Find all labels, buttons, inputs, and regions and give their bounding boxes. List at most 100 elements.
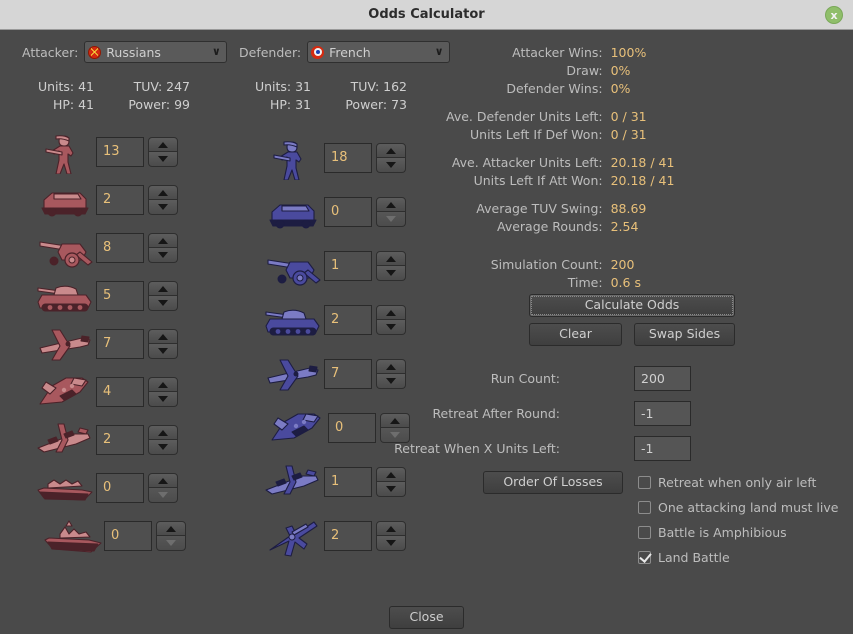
defender-dropdown[interactable]: French ∨ bbox=[307, 41, 451, 63]
attacker-label: Attacker: bbox=[22, 44, 79, 60]
stepper-down-icon[interactable] bbox=[148, 200, 178, 215]
stepper-up-icon[interactable] bbox=[148, 233, 178, 248]
fighter-icon bbox=[34, 322, 96, 366]
tactical-bomber-icon bbox=[34, 370, 96, 414]
stepper-up-icon[interactable] bbox=[376, 521, 406, 536]
results-summary: Attacker Wins: 100% Draw: 0% Defender Wins: 0… bbox=[446, 44, 674, 292]
attacker-unit-spinner: 7 bbox=[96, 329, 178, 359]
defender-label: Defender: bbox=[239, 44, 302, 60]
stepper-down-icon bbox=[148, 488, 178, 503]
attacker-unit-row: 8 bbox=[34, 226, 178, 270]
defender-unit-count-input[interactable]: 2 bbox=[324, 305, 372, 335]
retreat-after-round-input[interactable]: -1 bbox=[634, 401, 691, 426]
result-label: Units Left If Att Won: bbox=[473, 173, 603, 188]
stepper-down-icon[interactable] bbox=[376, 320, 406, 335]
result-value: 0 / 31 bbox=[610, 127, 647, 142]
option-checkbox-row[interactable]: One attacking land must live bbox=[638, 500, 838, 515]
attacker-unit-count-input[interactable]: 2 bbox=[96, 425, 144, 455]
stepper-buttons bbox=[148, 425, 178, 455]
calculate-odds-button[interactable]: Calculate Odds bbox=[529, 294, 735, 317]
order-of-losses-button[interactable]: Order Of Losses bbox=[483, 471, 623, 494]
attacker-units-stat: Units: 41 bbox=[37, 79, 94, 94]
stepper-up-icon[interactable] bbox=[376, 305, 406, 320]
stepper-up-icon[interactable] bbox=[376, 467, 406, 482]
stepper-down-icon[interactable] bbox=[376, 158, 406, 173]
close-button[interactable]: Close bbox=[389, 606, 464, 629]
stepper-down-icon[interactable] bbox=[376, 266, 406, 281]
option-checkbox-row[interactable]: Retreat when only air left bbox=[638, 475, 816, 490]
stepper-down-icon[interactable] bbox=[148, 392, 178, 407]
attacker-unit-count-input[interactable]: 8 bbox=[96, 233, 144, 263]
defender-unit-count-input[interactable]: 1 bbox=[324, 251, 372, 281]
checkbox-checked-icon[interactable] bbox=[638, 551, 651, 564]
stepper-down-icon[interactable] bbox=[376, 536, 406, 551]
aa-gun-icon bbox=[262, 514, 324, 558]
stepper-buttons bbox=[376, 143, 406, 173]
attacker-unit-count-input[interactable]: 5 bbox=[96, 281, 144, 311]
stepper-down-icon[interactable] bbox=[148, 152, 178, 167]
run-count-input[interactable]: 200 bbox=[634, 366, 691, 391]
stepper-up-icon[interactable] bbox=[148, 281, 178, 296]
defender-unit-count-input[interactable]: 0 bbox=[324, 197, 372, 227]
attacker-unit-spinner: 2 bbox=[96, 185, 178, 215]
attacker-dropdown[interactable]: Russians ∨ bbox=[84, 41, 228, 63]
stepper-down-icon[interactable] bbox=[148, 440, 178, 455]
attacker-unit-row: 0 bbox=[34, 466, 178, 510]
defender-unit-count-input[interactable]: 7 bbox=[324, 359, 372, 389]
attacker-unit-spinner: 4 bbox=[96, 377, 178, 407]
stepper-buttons bbox=[376, 305, 406, 335]
stepper-down-icon[interactable] bbox=[376, 374, 406, 389]
attacker-unit-count-input[interactable]: 0 bbox=[104, 521, 152, 551]
stepper-up-icon[interactable] bbox=[148, 185, 178, 200]
stepper-up-icon[interactable] bbox=[148, 329, 178, 344]
defender-power-stat: Power: 73 bbox=[345, 97, 407, 112]
defender-unit-row: 2 bbox=[262, 298, 406, 342]
checkbox-unchecked-icon[interactable] bbox=[638, 476, 651, 489]
defender-summary-stats: Units: 31 TUV: 162 HP: 31 Power: 73 bbox=[225, 78, 407, 114]
result-value: 100% bbox=[610, 45, 647, 60]
attacker-unit-row: 2 bbox=[34, 418, 178, 462]
run-count-label: Run Count: bbox=[490, 371, 560, 386]
result-label: Simulation Count: bbox=[490, 257, 603, 272]
stepper-up-icon[interactable] bbox=[156, 521, 186, 536]
stepper-down-icon[interactable] bbox=[148, 344, 178, 359]
stepper-up-icon[interactable] bbox=[148, 425, 178, 440]
result-value: 0 / 31 bbox=[610, 109, 647, 124]
stepper-down-icon[interactable] bbox=[376, 482, 406, 497]
attacker-unit-count-input[interactable]: 2 bbox=[96, 185, 144, 215]
checkbox-unchecked-icon[interactable] bbox=[638, 526, 651, 539]
attacker-unit-count-input[interactable]: 13 bbox=[96, 137, 144, 167]
result-value: 0.6 s bbox=[610, 275, 641, 290]
attacker-unit-count-input[interactable]: 7 bbox=[96, 329, 144, 359]
stepper-up-icon[interactable] bbox=[148, 137, 178, 152]
stepper-up-icon[interactable] bbox=[376, 359, 406, 374]
option-checkbox-row[interactable]: Battle is Amphibious bbox=[638, 525, 787, 540]
french-roundel-icon bbox=[311, 45, 325, 59]
option-checkbox-row[interactable]: Land Battle bbox=[638, 550, 730, 565]
window-title: Odds Calculator bbox=[368, 7, 485, 22]
retreat-units-left-input[interactable]: -1 bbox=[634, 436, 691, 461]
clear-button[interactable]: Clear bbox=[529, 323, 622, 346]
stepper-buttons bbox=[148, 329, 178, 359]
stepper-down-icon[interactable] bbox=[148, 296, 178, 311]
checkbox-unchecked-icon[interactable] bbox=[638, 501, 651, 514]
attacker-unit-count-input[interactable]: 4 bbox=[96, 377, 144, 407]
tank-icon bbox=[34, 274, 96, 318]
stepper-up-icon[interactable] bbox=[376, 143, 406, 158]
defender-unit-count-input[interactable]: 1 bbox=[324, 467, 372, 497]
defender-unit-count-input[interactable]: 2 bbox=[324, 521, 372, 551]
defender-unit-count-input[interactable]: 18 bbox=[324, 143, 372, 173]
stepper-up-icon[interactable] bbox=[148, 473, 178, 488]
attacker-unit-count-input[interactable]: 0 bbox=[96, 473, 144, 503]
close-circle-icon[interactable]: x bbox=[825, 6, 843, 24]
chevron-down-icon: ∨ bbox=[211, 45, 221, 58]
stepper-down-icon[interactable] bbox=[148, 248, 178, 263]
defender-unit-row: 1 bbox=[262, 460, 406, 504]
stepper-up-icon[interactable] bbox=[376, 251, 406, 266]
strategic-bomber-icon bbox=[34, 418, 96, 462]
result-value: 200 bbox=[610, 257, 635, 272]
swap-sides-button[interactable]: Swap Sides bbox=[634, 323, 735, 346]
stepper-up-icon[interactable] bbox=[376, 197, 406, 212]
stepper-up-icon[interactable] bbox=[148, 377, 178, 392]
defender-unit-spinner: 1 bbox=[324, 251, 406, 281]
